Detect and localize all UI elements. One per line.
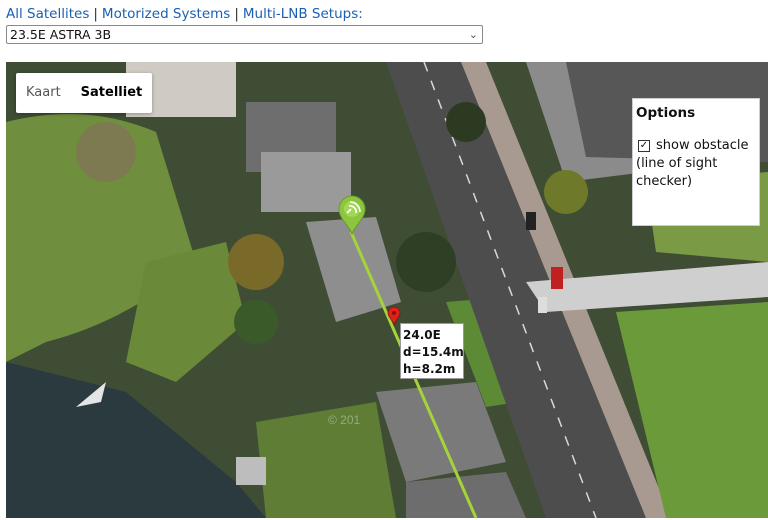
checkbox-checked-icon[interactable]: ✓: [638, 140, 650, 152]
obstacle-info-box: 24.0E d=15.4m h=8.2m: [400, 323, 464, 379]
map-type-control: Kaart Satelliet: [16, 73, 153, 113]
options-panel: Options ✓ show obstacle (line of sight ch…: [632, 98, 760, 226]
multi-lnb-setups-link[interactable]: Multi-LNB Setups:: [243, 6, 363, 22]
show-obstacle-label: show obstacle (line of sight checker): [636, 138, 749, 189]
map-type-kaart-button[interactable]: Kaart: [16, 73, 71, 113]
satellite-select[interactable]: 23.5E ASTRA 3B ⌄: [6, 25, 483, 44]
chevron-down-icon: ⌄: [468, 28, 478, 41]
satellite-navigation: All Satellites | Motorized Systems | Multi-L…: [6, 6, 363, 22]
nav-separator: |: [234, 6, 239, 22]
options-title: Options: [636, 105, 696, 121]
orbit-position: 24.0E: [403, 328, 441, 342]
nav-separator: |: [93, 6, 98, 22]
obstacle-height: h=8.2m: [403, 362, 456, 376]
satellite-map[interactable]: © 201 Kaart Satelliet Options ✓ show obst…: [6, 62, 768, 518]
obstacle-distance: d=15.4m: [403, 345, 464, 359]
satellite-select-value: 23.5E ASTRA 3B: [10, 27, 112, 42]
dish-location-marker-icon[interactable]: [337, 195, 367, 235]
all-satellites-link[interactable]: All Satellites: [6, 6, 89, 22]
show-obstacle-option[interactable]: ✓ show obstacle (line of sight checker): [636, 137, 756, 191]
map-watermark: © 201: [328, 413, 361, 427]
obstacle-pin-icon[interactable]: [387, 306, 401, 326]
map-type-satelliet-button[interactable]: Satelliet: [71, 73, 153, 113]
motorized-systems-link[interactable]: Motorized Systems: [102, 6, 230, 22]
